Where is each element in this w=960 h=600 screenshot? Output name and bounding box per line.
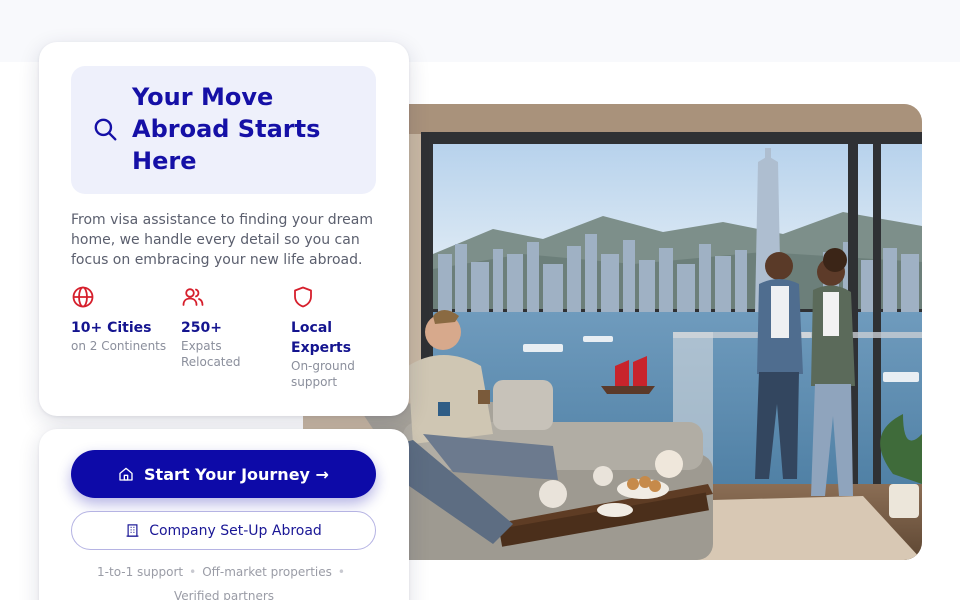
separator-dot: •: [337, 565, 345, 579]
trust-list: 1-to-1 support • Off-market properties • Ve…: [69, 560, 379, 600]
start-journey-label: Start Your Journey →: [144, 464, 329, 484]
home-icon: [119, 467, 133, 481]
stat-cities: 10+ Cities on 2 Continents: [71, 285, 171, 354]
stat-value: Local Experts: [291, 320, 352, 356]
page-title: Your Move Abroad Starts Here: [132, 83, 321, 175]
start-journey-button[interactable]: Start Your Journey →: [71, 450, 376, 498]
headline-box: Your Move Abroad Starts Here: [71, 66, 376, 194]
trust-item: Off-market properties: [202, 565, 332, 579]
hero-description: From visa assistance to finding your dre…: [71, 212, 373, 268]
search-icon: [94, 118, 117, 141]
stat-experts: Local Experts On-ground support: [291, 285, 391, 390]
trust-item: 1-to-1 support: [97, 565, 184, 579]
company-setup-button[interactable]: Company Set-Up Abroad: [71, 511, 376, 550]
globe-icon: [72, 286, 94, 308]
shield-icon: [294, 286, 312, 308]
separator-dot: •: [189, 565, 197, 579]
cta-card: Start Your Journey → Company Set-Up Abro…: [39, 429, 409, 600]
building-icon: [126, 524, 139, 537]
trust-item: Verified partners: [173, 589, 275, 600]
stat-value: 10+ Cities: [71, 320, 152, 336]
intro-card: Your Move Abroad Starts Here From visa a…: [39, 42, 409, 416]
stat-label: On-ground support: [291, 359, 355, 389]
stat-expats: 250+ Expats Relocated: [181, 285, 281, 370]
stat-label: Expats Relocated: [181, 339, 241, 369]
company-setup-label: Company Set-Up Abroad: [149, 522, 322, 539]
stat-label: on 2 Continents: [71, 339, 167, 353]
users-icon: [182, 288, 204, 306]
stats-row: 10+ Cities on 2 Continents 250+ Expats R…: [71, 285, 387, 395]
stat-value: 250+: [181, 320, 222, 336]
